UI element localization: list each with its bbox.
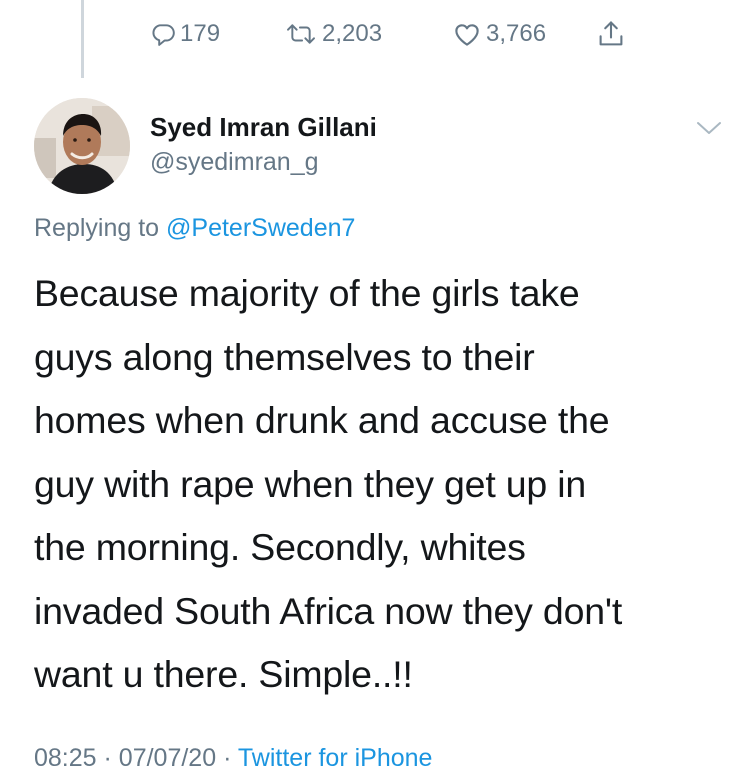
reply-icon: [150, 21, 176, 47]
chevron-down-icon: [693, 122, 725, 144]
tweet-text-line: the morning. Secondly, whites: [34, 526, 526, 568]
tweet-source-link[interactable]: Twitter for iPhone: [238, 744, 433, 772]
tweet-text-line: invaded South Africa now they don't: [34, 589, 623, 632]
replying-prefix: Replying to: [34, 214, 160, 242]
like-button[interactable]: 3,766: [452, 12, 546, 56]
author-handle[interactable]: @syedimran_g: [150, 148, 319, 177]
tweet-date[interactable]: 07/07/20: [119, 744, 216, 772]
replying-to-mention[interactable]: @PeterSweden7: [166, 214, 355, 242]
tweet-text-line: want u there. Simple..!!: [34, 653, 413, 695]
retweet-button[interactable]: 2,203: [284, 12, 382, 56]
reply-button[interactable]: 179: [150, 12, 220, 56]
like-count: 3,766: [486, 20, 547, 47]
retweet-count: 2,203: [322, 20, 383, 47]
tweet-text-line: guys along themselves to their: [34, 335, 535, 378]
meta-separator: ·: [223, 744, 232, 772]
replying-to-line: Replying to @PeterSweden7: [34, 214, 355, 243]
tweet-text-line: homes when drunk and accuse the: [34, 399, 610, 441]
more-options-button[interactable]: [693, 116, 725, 140]
tweet-text-line: guy with rape when they get up in: [34, 462, 587, 505]
tweet-text-line: Because majority of the girls take: [34, 272, 580, 314]
meta-separator: ·: [103, 744, 112, 772]
author-name[interactable]: Syed Imran Gillani: [150, 112, 377, 143]
retweet-icon: [284, 21, 318, 47]
avatar-photo: [34, 98, 130, 194]
tweet-time[interactable]: 08:25: [34, 744, 97, 772]
heart-icon: [452, 21, 482, 47]
thread-connector-line: [81, 0, 84, 78]
reply-count: 179: [180, 20, 221, 47]
tweet-text: Because majority of the girls take guys …: [34, 262, 724, 707]
share-button[interactable]: [598, 12, 624, 56]
avatar[interactable]: [34, 98, 130, 194]
tweet-metadata: 08:25 · 07/07/20 · Twitter for iPhone: [34, 744, 432, 773]
share-icon: [598, 19, 624, 49]
